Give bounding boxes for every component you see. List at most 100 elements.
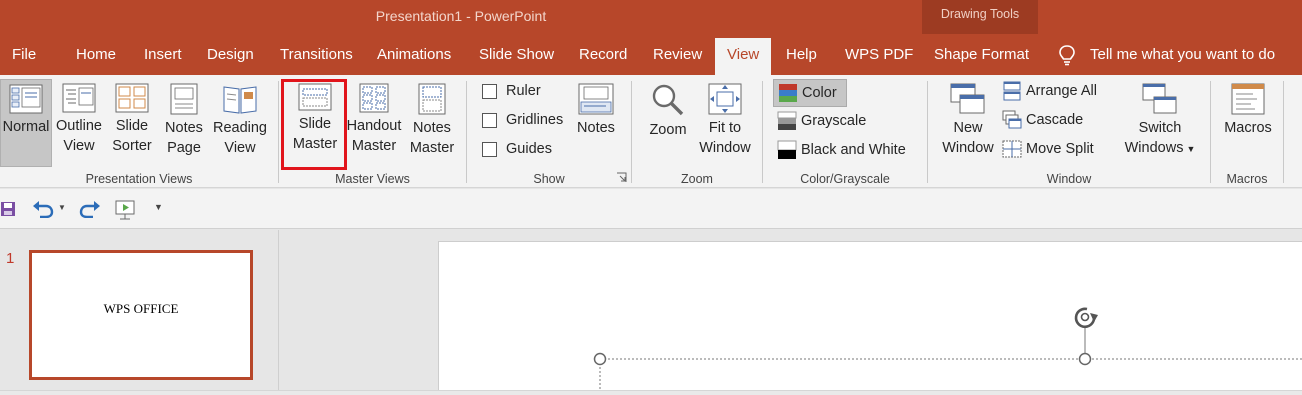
notes-master-icon [418,83,446,115]
show-dialog-launcher-icon[interactable] [616,172,627,183]
notes-page-button[interactable]: Notes Page [159,79,209,167]
handout-master-icon [359,83,389,113]
group-separator [1210,81,1211,183]
outline-view-icon [62,83,96,113]
tab-insert[interactable]: Insert [144,46,182,63]
tab-view[interactable]: View [715,38,772,75]
cascade-label: Cascade [1026,112,1084,128]
color-swatch-icon [779,84,797,102]
tab-record[interactable]: Record [579,46,627,63]
guides-label: Guides [506,141,552,157]
outline-view-button[interactable]: Outline View [53,79,105,167]
group-separator [631,81,632,183]
zoom-button[interactable]: Zoom [643,79,693,167]
gridlines-checkbox-box[interactable] [482,113,497,128]
move-split-button[interactable]: Move Split [1002,138,1102,162]
notes-page-label-2: Page [167,140,201,156]
ribbon-view: Normal Outline View Slide Sorter Notes P… [0,75,1302,188]
tab-file[interactable]: File [12,46,36,63]
sorter-label-1: Slide [115,118,149,134]
cascade-button[interactable]: Cascade [1002,109,1086,133]
slide-sorter-button[interactable]: Slide Sorter [107,79,157,167]
tab-home[interactable]: Home [76,46,116,63]
black-and-white-label: Black and White [801,142,906,158]
master-views-group-label: Master Views [335,172,410,186]
tab-review[interactable]: Review [653,46,702,63]
chevron-down-icon: ▼ [1186,144,1196,154]
ribbon-tab-row: File Home Insert Design Transitions Anim… [0,34,1302,75]
tab-slide-show[interactable]: Slide Show [479,46,554,63]
customize-qat-icon[interactable]: ▼ [154,202,163,212]
arrange-all-icon [1003,81,1021,101]
contextual-group-label: Drawing Tools [940,7,1020,21]
move-split-label: Move Split [1026,141,1094,157]
guides-checkbox-box[interactable] [482,142,497,157]
fit-to-window-button[interactable]: Fit to Window [697,79,753,167]
guides-checkbox[interactable]: Guides [482,138,554,162]
window-group-label: Window [1046,172,1092,186]
tab-transitions[interactable]: Transitions [280,46,353,63]
cascade-icon [1002,110,1022,129]
arrange-all-button[interactable]: Arrange All [1002,80,1106,104]
new-window-button[interactable]: New Window [938,79,998,167]
notes-button[interactable]: Notes [572,79,620,167]
ruler-label: Ruler [506,83,541,99]
black-and-white-button[interactable]: Black and White [777,139,917,163]
slide-master-highlight-box [281,79,347,170]
switch-windows-button[interactable]: Switch Windows ▼ [1118,79,1202,167]
handout-master-label-2: Master [351,138,397,154]
slide-thumbnail[interactable]: WPS OFFICE [29,250,253,380]
grayscale-swatch-icon [777,111,797,130]
selected-shape-frame[interactable] [590,300,1302,395]
tell-me-text: Tell me what you want to do [1090,46,1276,63]
arrange-all-label: Arrange All [1026,83,1097,99]
pane-splitter[interactable] [278,230,279,395]
outline-label-2: View [63,138,95,154]
fit-label-2: Window [699,140,751,156]
tab-design[interactable]: Design [207,46,254,63]
macros-icon [1231,83,1265,115]
redo-icon[interactable] [79,200,101,218]
zoom-magnifier-icon [652,84,684,116]
macros-group-label: Macros [1226,172,1268,186]
start-from-beginning-icon[interactable] [114,199,138,221]
handout-master-button[interactable]: Handout Master [345,79,403,167]
normal-view-icon [9,84,43,114]
rotate-handle-icon[interactable] [1072,305,1106,333]
tab-wps-pdf[interactable]: WPS PDF [845,46,913,63]
sorter-label-2: Sorter [112,138,152,154]
group-separator [927,81,928,183]
fit-to-window-icon [708,83,742,115]
macros-label: Macros [1224,120,1272,136]
new-window-icon [950,83,985,114]
tab-help[interactable]: Help [786,46,817,63]
notes-label: Notes [577,120,615,136]
color-button[interactable]: Color [773,79,847,107]
move-split-icon [1002,140,1022,158]
quick-access-toolbar: ▼ ▼ [0,189,1302,229]
undo-icon[interactable] [32,200,54,218]
show-group-label: Show [533,172,565,186]
normal-view-button[interactable]: Normal [0,79,52,167]
ruler-checkbox[interactable]: Ruler [482,80,552,104]
reading-view-button[interactable]: Reading View [211,79,269,167]
slide-number: 1 [6,250,15,267]
notes-page-icon [170,83,198,115]
macros-button[interactable]: Macros [1219,79,1277,167]
tab-shape-format[interactable]: Shape Format [934,46,1029,63]
undo-dropdown-icon[interactable]: ▼ [58,203,66,212]
tab-animations[interactable]: Animations [377,46,451,63]
notes-master-button[interactable]: Notes Master [405,79,459,167]
save-icon[interactable] [0,201,16,217]
grayscale-button[interactable]: Grayscale [777,110,877,134]
notes-master-label-1: Notes [413,120,451,136]
gridlines-checkbox[interactable]: Gridlines [482,109,566,133]
horizontal-scroll-strip [0,390,1302,395]
handout-master-label-1: Handout [346,118,402,134]
new-window-label-2: Window [942,140,994,156]
group-separator [466,81,467,183]
slide-sorter-icon [115,83,149,113]
ruler-checkbox-box[interactable] [482,84,497,99]
window-title: Presentation1 - PowerPoint [375,8,547,24]
color-label: Color [802,85,837,101]
